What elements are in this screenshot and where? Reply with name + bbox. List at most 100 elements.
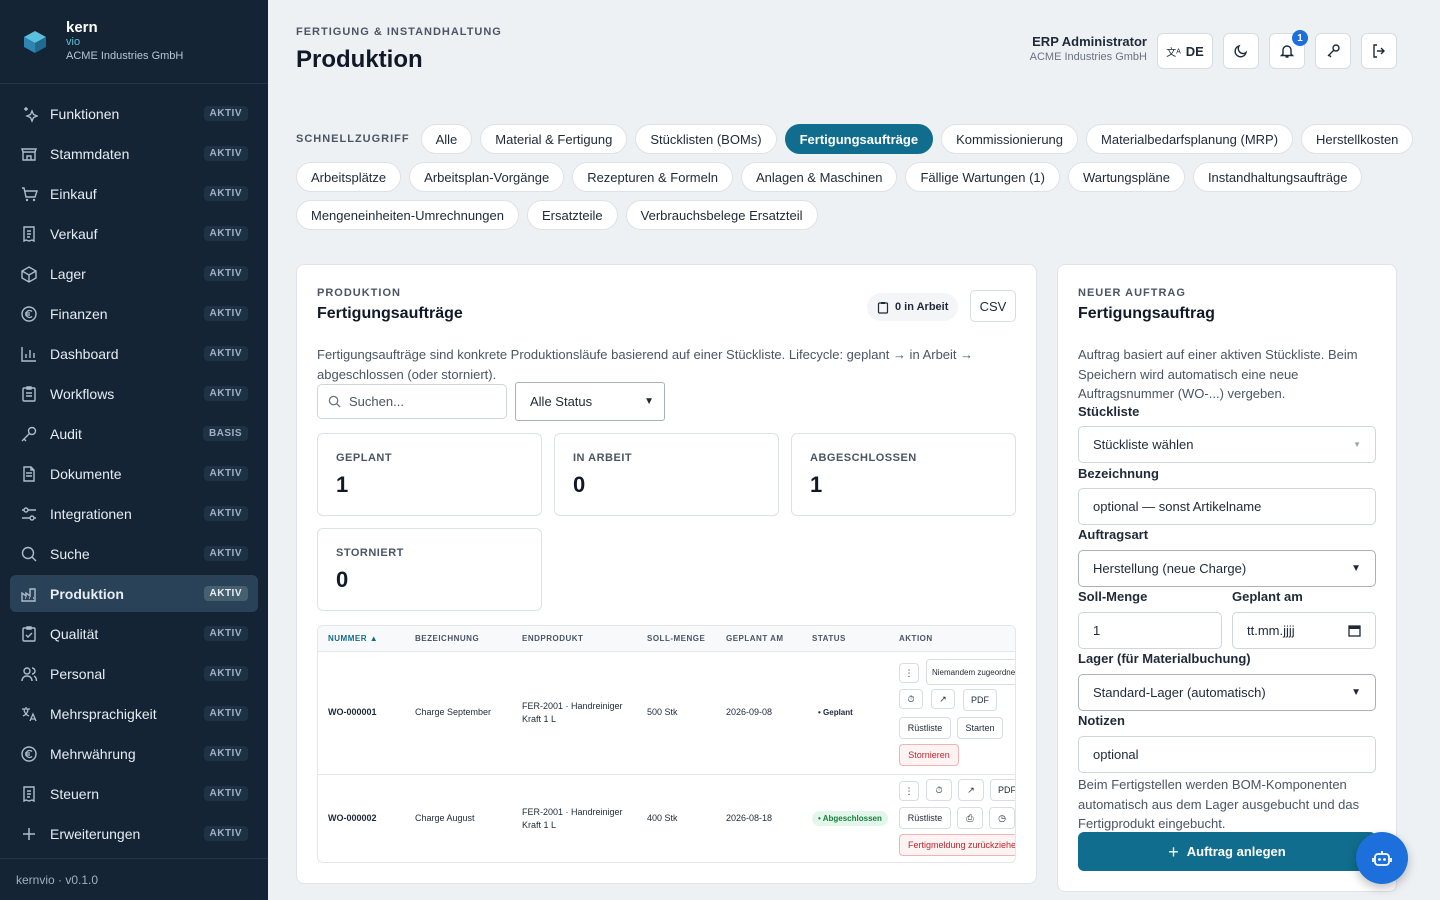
pick-list-button[interactable]: Rüstliste xyxy=(899,807,951,829)
revert-completion-button[interactable]: Fertigmeldung zurückziehen xyxy=(899,834,1015,856)
pick-list-button[interactable]: Rüstliste xyxy=(899,717,951,739)
users-icon xyxy=(20,665,38,683)
quick-chip[interactable]: Material & Fertigung xyxy=(480,124,628,154)
quick-chip[interactable]: Alle xyxy=(420,124,473,154)
quick-chip[interactable]: Stücklisten (BOMs) xyxy=(635,124,777,154)
sidebar-item-dokumente[interactable]: Dokumente AKTIV xyxy=(10,455,258,492)
status-filter-select[interactable]: Alle Status ▼ xyxy=(515,382,665,421)
sidebar-item-personal[interactable]: Personal AKTIV xyxy=(10,655,258,692)
history-icon[interactable]: ◷ xyxy=(989,807,1015,829)
name-input[interactable]: optional — sonst Artikelname xyxy=(1078,488,1376,525)
main: FERTIGUNG & INSTANDHALTUNG Produktion ER… xyxy=(268,0,1440,900)
sidebar-item-audit[interactable]: Audit BASIS xyxy=(10,415,258,452)
sidebar-item-workflows[interactable]: Workflows AKTIV xyxy=(10,375,258,412)
search-field[interactable]: Suchen... xyxy=(317,384,507,419)
sidebar-item-produktion[interactable]: Produktion AKTIV xyxy=(10,575,258,612)
quick-chip[interactable]: Fertigungsaufträge xyxy=(784,124,934,154)
pdf-button[interactable]: PDF xyxy=(990,779,1015,801)
bom-select[interactable]: Stückliste wählen ▼ xyxy=(1078,426,1376,463)
more-button[interactable]: ⋮ xyxy=(899,663,919,683)
factory-icon xyxy=(20,585,38,603)
stat-value: 1 xyxy=(336,472,349,497)
sidebar-item-label: Produktion xyxy=(50,585,124,602)
status-badge: AKTIV xyxy=(203,786,248,801)
date-input[interactable]: tt.mm.jjjj xyxy=(1232,612,1376,649)
quick-access-label: SCHNELLZUGRIFF xyxy=(296,133,410,145)
cancel-button[interactable]: Stornieren xyxy=(899,744,959,766)
brand[interactable]: kern vio ACME Industries GmbH xyxy=(0,0,268,84)
assign-select[interactable]: Niemandem zugeordnet xyxy=(926,659,1015,685)
pdf-button[interactable]: PDF xyxy=(963,689,997,711)
sidebar-item-einkauf[interactable]: Einkauf AKTIV xyxy=(10,175,258,212)
sidebar-item-stammdaten[interactable]: Stammdaten AKTIV xyxy=(10,135,258,172)
stat-card: STORNIERT 0 xyxy=(317,528,542,611)
create-order-button[interactable]: + Auftrag anlegen xyxy=(1078,832,1376,871)
qty-input[interactable]: 1 xyxy=(1078,612,1222,649)
print-icon[interactable]: ⎙ xyxy=(957,807,983,829)
sidebar-item-label: Mehrsprachigkeit xyxy=(50,705,157,722)
date-label: Geplant am xyxy=(1232,589,1303,604)
order-number[interactable]: WO-000002 xyxy=(328,812,377,825)
order-number[interactable]: WO-000001 xyxy=(328,706,377,719)
sidebar-item-dashboard[interactable]: Dashboard AKTIV xyxy=(10,335,258,372)
translate-icon: 文ᴬ xyxy=(1166,47,1181,59)
status-badge: AKTIV xyxy=(203,826,248,841)
search-input[interactable]: Suchen... xyxy=(349,394,404,409)
sidebar-item-label: Mehrwährung xyxy=(50,745,136,762)
quick-chip[interactable]: Anlagen & Maschinen xyxy=(740,162,898,192)
quick-chip[interactable]: Fällige Wartungen (1) xyxy=(905,162,1060,192)
quick-chip[interactable]: Herstellkosten xyxy=(1301,124,1414,154)
quick-chip[interactable]: Rezepturen & Formeln xyxy=(572,162,733,192)
quick-chip[interactable]: Arbeitsplan-Vorgänge xyxy=(409,162,565,192)
sidebar-item-label: Erweiterungen xyxy=(50,825,141,842)
notifications-button[interactable]: 1 xyxy=(1269,30,1308,69)
theme-toggle-button[interactable] xyxy=(1223,33,1259,69)
page-title: Produktion xyxy=(296,46,423,73)
sidebar-item-lager[interactable]: Lager AKTIV xyxy=(10,255,258,292)
quick-chip[interactable]: Mengeneinheiten-Umrechnungen xyxy=(296,200,519,230)
column-header[interactable]: NUMMER ▲ xyxy=(328,626,378,652)
logout-button[interactable] xyxy=(1361,33,1397,69)
new-order-eyebrow: NEUER AUFTRAG xyxy=(1078,287,1186,299)
notes-input[interactable]: optional xyxy=(1078,736,1376,773)
trend-icon[interactable]: ↗ xyxy=(931,689,955,709)
notes-label: Notizen xyxy=(1078,713,1125,728)
timer-icon[interactable]: ⏱ xyxy=(899,689,923,709)
sidebar-item-suche[interactable]: Suche AKTIV xyxy=(10,535,258,572)
quick-row: Mengeneinheiten-Umrechnungen Ersatzteile V… xyxy=(296,200,1406,230)
sidebar-item-erweiterungen[interactable]: Erweiterungen AKTIV xyxy=(10,815,258,852)
assistant-button[interactable] xyxy=(1356,832,1408,884)
more-button[interactable]: ⋮ xyxy=(899,781,919,801)
bom-label: Stückliste xyxy=(1078,404,1140,419)
sidebar-item-finanzen[interactable]: Finanzen AKTIV xyxy=(10,295,258,332)
calendar-icon xyxy=(1348,625,1361,637)
start-button[interactable]: Starten xyxy=(957,717,1003,739)
quick-chip[interactable]: Materialbedarfsplanung (MRP) xyxy=(1086,124,1294,154)
column-header: ENDPRODUKT xyxy=(522,634,584,643)
box-icon xyxy=(20,265,38,283)
type-label: Auftragsart xyxy=(1078,527,1149,542)
sidebar-item-mehrwährung[interactable]: Mehrwährung AKTIV xyxy=(10,735,258,772)
clipboard-check-icon xyxy=(20,625,38,643)
sidebar-item-steuern[interactable]: Steuern AKTIV xyxy=(10,775,258,812)
quick-chip[interactable]: Ersatzteile xyxy=(526,200,618,230)
csv-export-button[interactable]: CSV xyxy=(970,290,1016,322)
trend-icon[interactable]: ↗ xyxy=(958,779,984,801)
quick-chip[interactable]: Instandhaltungsaufträge xyxy=(1192,162,1363,192)
password-button[interactable] xyxy=(1315,33,1351,69)
storage-select[interactable]: Standard-Lager (automatisch) ▼ xyxy=(1078,674,1376,711)
language-button[interactable]: 文ᴬ DE xyxy=(1157,33,1213,69)
sidebar-item-qualität[interactable]: Qualität AKTIV xyxy=(10,615,258,652)
timer-icon[interactable]: ⏱ xyxy=(926,779,952,801)
sidebar-item-integrationen[interactable]: Integrationen AKTIV xyxy=(10,495,258,532)
quick-chip[interactable]: Wartungspläne xyxy=(1067,162,1185,192)
sidebar-item-verkauf[interactable]: Verkauf AKTIV xyxy=(10,215,258,252)
quick-chip[interactable]: Verbrauchsbelege Ersatzteil xyxy=(625,200,818,230)
quick-chip[interactable]: Kommissionierung xyxy=(941,124,1079,154)
type-select[interactable]: Herstellung (neue Charge) ▼ xyxy=(1078,550,1376,587)
status-badge: AKTIV xyxy=(203,106,248,121)
sidebar-item-mehrsprachigkeit[interactable]: Mehrsprachigkeit AKTIV xyxy=(10,695,258,732)
quick-chip[interactable]: Arbeitsplätze xyxy=(296,162,402,192)
sidebar-item-funktionen[interactable]: Funktionen AKTIV xyxy=(10,95,258,132)
orders-description: Fertigungsaufträge sind konkrete Produkt… xyxy=(317,347,974,382)
